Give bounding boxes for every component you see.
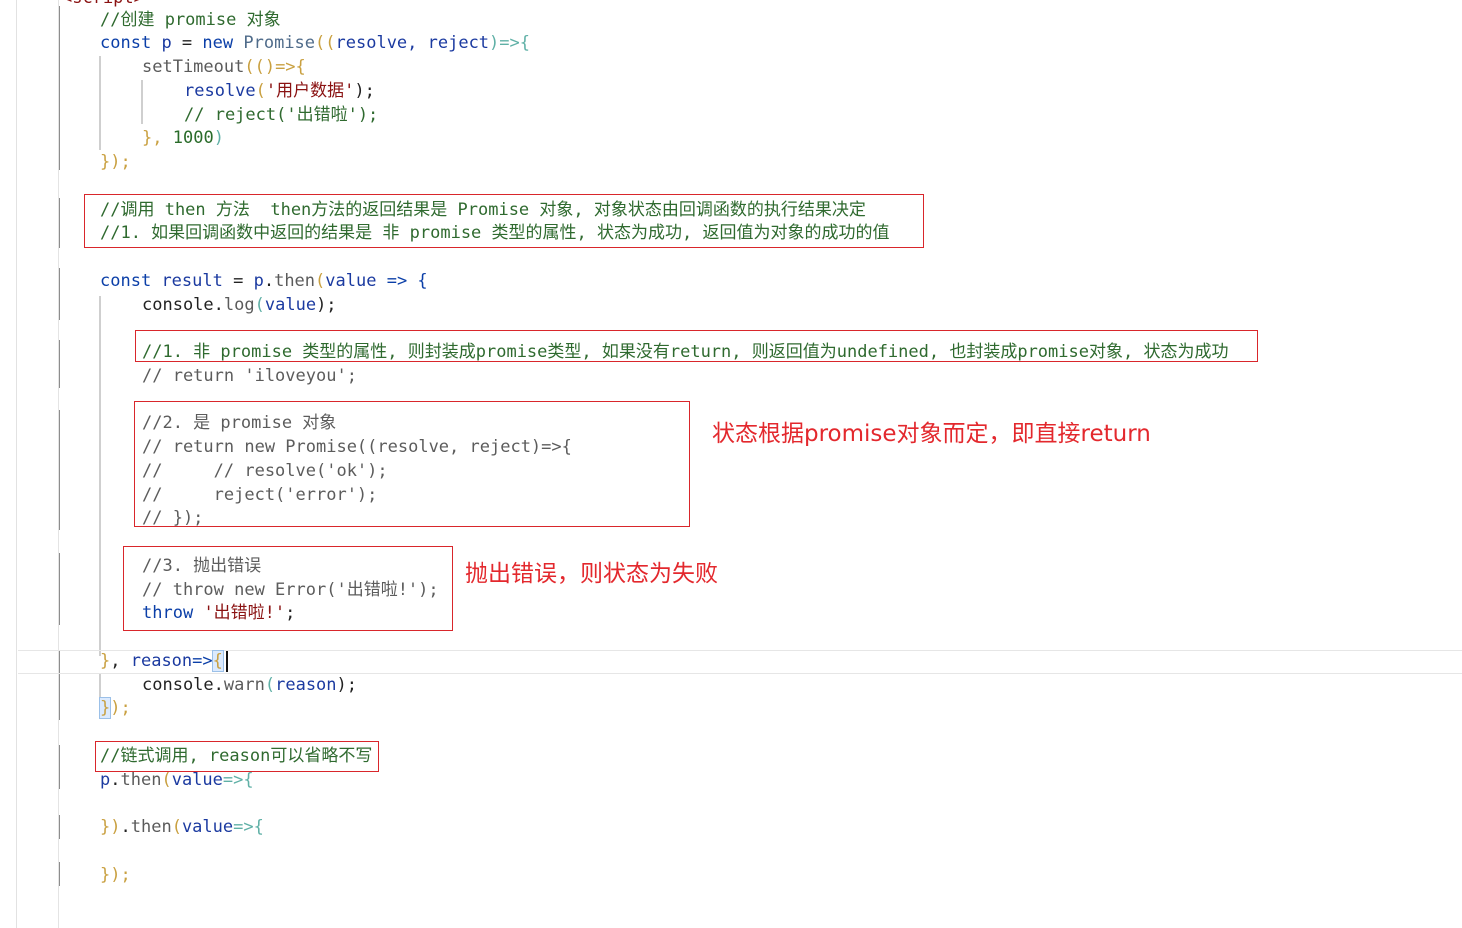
text-cursor (226, 651, 228, 672)
annotation-box (95, 741, 379, 772)
annotation-note: 状态根据promise对象而定，即直接return (712, 421, 1151, 447)
indent-guide (141, 80, 143, 124)
annotation-box (135, 330, 1258, 362)
code-editor[interactable]: <script> //创建 promise 对象 const p = new P… (0, 0, 1462, 928)
annotation-note: 抛出错误，则状态为失败 (465, 561, 718, 587)
code-line: }).then(value=>{ (100, 817, 264, 837)
code-line: }); (98, 697, 131, 719)
gutter-divider (16, 0, 17, 928)
code-line: //创建 promise 对象 (100, 10, 281, 30)
indent-guide (58, 0, 59, 928)
code-line: console.warn(reason); (142, 675, 358, 695)
annotation-box (134, 401, 690, 527)
code-line: }, reason=>{ (100, 650, 224, 672)
code-line: const p = new Promise((resolve, reject)=… (100, 33, 530, 53)
indent-guide (99, 296, 101, 656)
code-line: }); (100, 152, 131, 172)
indent-guide (99, 56, 101, 150)
annotation-box (123, 546, 453, 631)
current-line-highlight (18, 650, 1462, 674)
code-line: }); (100, 865, 131, 885)
annotation-box (84, 194, 924, 248)
code-line: // reject('出错啦'); (184, 105, 379, 125)
code-line: setTimeout(()=>{ (142, 57, 306, 77)
code-line: // return 'iloveyou'; (142, 366, 357, 386)
code-line: console.log(value); (142, 295, 337, 315)
code-line: const result = p.then(value => { (100, 271, 428, 291)
code-line: }, 1000) (142, 128, 224, 148)
code-line: resolve('用户数据'); (184, 81, 375, 101)
